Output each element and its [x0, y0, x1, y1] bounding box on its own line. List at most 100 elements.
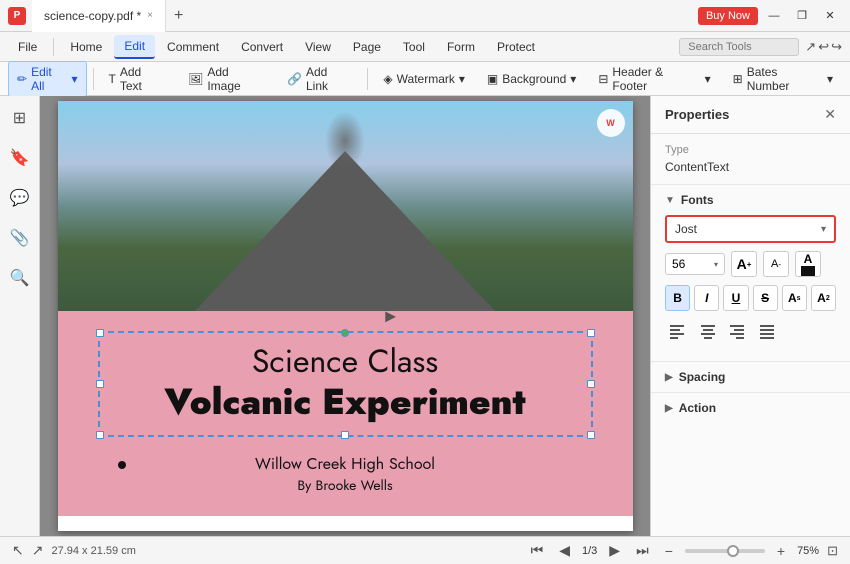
action-chevron-icon: ▶	[665, 403, 673, 414]
spacing-section-header[interactable]: ▶ Spacing	[651, 362, 850, 392]
font-color-button[interactable]: A	[795, 251, 821, 277]
sidebar-item-bookmark[interactable]: 🔖	[6, 144, 34, 172]
first-page-button[interactable]: ⏮	[527, 540, 548, 561]
handle-middle-right[interactable]	[587, 380, 595, 388]
redo-icon[interactable]: ↪	[831, 39, 842, 55]
font-size-decrease-button[interactable]: A-	[763, 251, 789, 277]
author-name: By Brooke Wells	[78, 476, 613, 496]
strikethrough-button[interactable]: S	[753, 285, 778, 311]
spacing-section: ▶ Spacing	[651, 361, 850, 392]
next-page-button[interactable]: ▶	[605, 540, 624, 561]
handle-top-left[interactable]	[96, 329, 104, 337]
app-icon-letter: P	[14, 10, 21, 21]
subscript-button[interactable]: A2	[811, 285, 836, 311]
background-button[interactable]: ▣ Background ▾	[478, 68, 585, 90]
close-button[interactable]: ✕	[818, 4, 842, 28]
zoom-level: 75%	[797, 545, 819, 557]
font-size-increase-button[interactable]: A+	[731, 251, 757, 277]
menu-comment[interactable]: Comment	[157, 36, 229, 58]
add-link-button[interactable]: 🔗 Add Link	[278, 61, 361, 97]
menu-tool[interactable]: Tool	[393, 36, 435, 58]
add-text-button[interactable]: T Add Text	[100, 61, 176, 97]
align-justify-button[interactable]	[755, 319, 781, 345]
panel-close-button[interactable]: ✕	[824, 106, 836, 123]
page-right-arrow[interactable]: ▶	[385, 308, 396, 325]
menu-home[interactable]: Home	[60, 36, 112, 58]
title-bar: P science-copy.pdf * × + Buy Now — ❐ ✕	[0, 0, 850, 32]
buy-now-button[interactable]: Buy Now	[698, 7, 758, 25]
prev-page-button[interactable]: ◀	[555, 540, 574, 561]
type-section: Type ContentText	[651, 134, 850, 185]
text-selection-box[interactable]: Science Class Volcanic Experiment	[98, 331, 593, 437]
volcano-shape	[195, 151, 495, 311]
page-indicator: 1/3	[582, 545, 597, 557]
active-tab[interactable]: science-copy.pdf * ×	[32, 0, 166, 32]
minimize-button[interactable]: —	[762, 4, 786, 28]
bold-button[interactable]: B	[665, 285, 690, 311]
menu-file[interactable]: File	[8, 36, 47, 58]
menu-form[interactable]: Form	[437, 36, 485, 58]
align-center-button[interactable]	[695, 319, 721, 345]
sidebar-item-pages[interactable]: ⊞	[6, 104, 34, 132]
tab-close-button[interactable]: ×	[147, 10, 153, 21]
handle-bottom-right[interactable]	[587, 431, 595, 439]
new-tab-button[interactable]: +	[166, 7, 191, 25]
fit-page-button[interactable]: ⊡	[827, 543, 838, 559]
menu-convert[interactable]: Convert	[231, 36, 293, 58]
maximize-button[interactable]: ❐	[790, 4, 814, 28]
undo-icon[interactable]: ↩	[818, 39, 829, 55]
search-tools-input[interactable]	[679, 38, 799, 56]
document-area: ◀ W	[40, 96, 650, 536]
zoom-in-button[interactable]: +	[773, 541, 789, 561]
page-content-area[interactable]: Science Class Volcanic Experiment Willow…	[58, 311, 633, 516]
menu-page[interactable]: Page	[343, 36, 391, 58]
watermark-button[interactable]: ◈ Watermark ▾	[374, 68, 474, 90]
share-icon[interactable]: ↗	[805, 39, 816, 55]
handle-bottom-left[interactable]	[96, 431, 104, 439]
action-section-header[interactable]: ▶ Action	[651, 393, 850, 423]
handle-bottom-middle[interactable]	[341, 431, 349, 439]
handle-top-middle[interactable]	[341, 329, 349, 337]
main-area: ⊞ 🔖 💬 📎 🔍 ◀ W	[0, 96, 850, 536]
image-icon: 🖼	[188, 72, 203, 86]
handle-middle-left[interactable]	[96, 380, 104, 388]
edit-all-label: Edit All	[31, 65, 67, 93]
toolbar: ✏ Edit All ▾ T Add Text 🖼 Add Image 🔗 Ad…	[0, 62, 850, 96]
left-indicator-dot	[118, 461, 126, 469]
add-image-button[interactable]: 🖼 Add Image	[179, 61, 274, 97]
menu-view[interactable]: View	[295, 36, 341, 58]
edit-all-button[interactable]: ✏ Edit All ▾	[8, 61, 87, 97]
sidebar-item-comment[interactable]: 💬	[6, 184, 34, 212]
sidebar-item-attachment[interactable]: 📎	[6, 224, 34, 252]
align-right-button[interactable]	[725, 319, 751, 345]
font-size-row: 56 ▾ A+ A- A	[665, 251, 836, 277]
align-left-button[interactable]	[665, 319, 691, 345]
last-page-button[interactable]: ⏭	[632, 540, 653, 561]
superscript-button[interactable]: As	[782, 285, 807, 311]
background-dropdown-icon: ▾	[570, 72, 576, 86]
bates-number-button[interactable]: ⊞ Bates Number ▾	[724, 61, 842, 97]
menu-protect[interactable]: Protect	[487, 36, 545, 58]
underline-button[interactable]: U	[723, 285, 748, 311]
school-name: Willow Creek High School	[78, 453, 613, 476]
header-footer-button[interactable]: ⊟ Header & Footer ▾	[589, 61, 719, 97]
italic-button[interactable]: I	[694, 285, 719, 311]
sidebar-item-search[interactable]: 🔍	[6, 264, 34, 292]
volcano-smoke	[325, 111, 365, 171]
menu-edit[interactable]: Edit	[114, 35, 155, 59]
toolbar-separator-2	[367, 68, 368, 90]
volcanic-experiment-title[interactable]: Volcanic Experiment	[110, 381, 581, 424]
toolbar-separator-1	[93, 68, 94, 90]
zoom-out-button[interactable]: −	[661, 541, 677, 561]
font-family-dropdown[interactable]: Jost ▾	[665, 215, 836, 243]
zoom-thumb	[727, 545, 739, 557]
zoom-slider[interactable]	[685, 549, 765, 553]
bates-dropdown-icon: ▾	[827, 72, 833, 86]
volcano-background	[58, 101, 633, 311]
total-pages: 3	[591, 545, 597, 557]
font-size-dropdown[interactable]: 56 ▾	[665, 253, 725, 275]
handle-top-right[interactable]	[587, 329, 595, 337]
fonts-section-header[interactable]: ▼ Fonts	[651, 185, 850, 215]
add-link-label: Add Link	[306, 65, 352, 93]
menu-separator	[53, 38, 54, 56]
